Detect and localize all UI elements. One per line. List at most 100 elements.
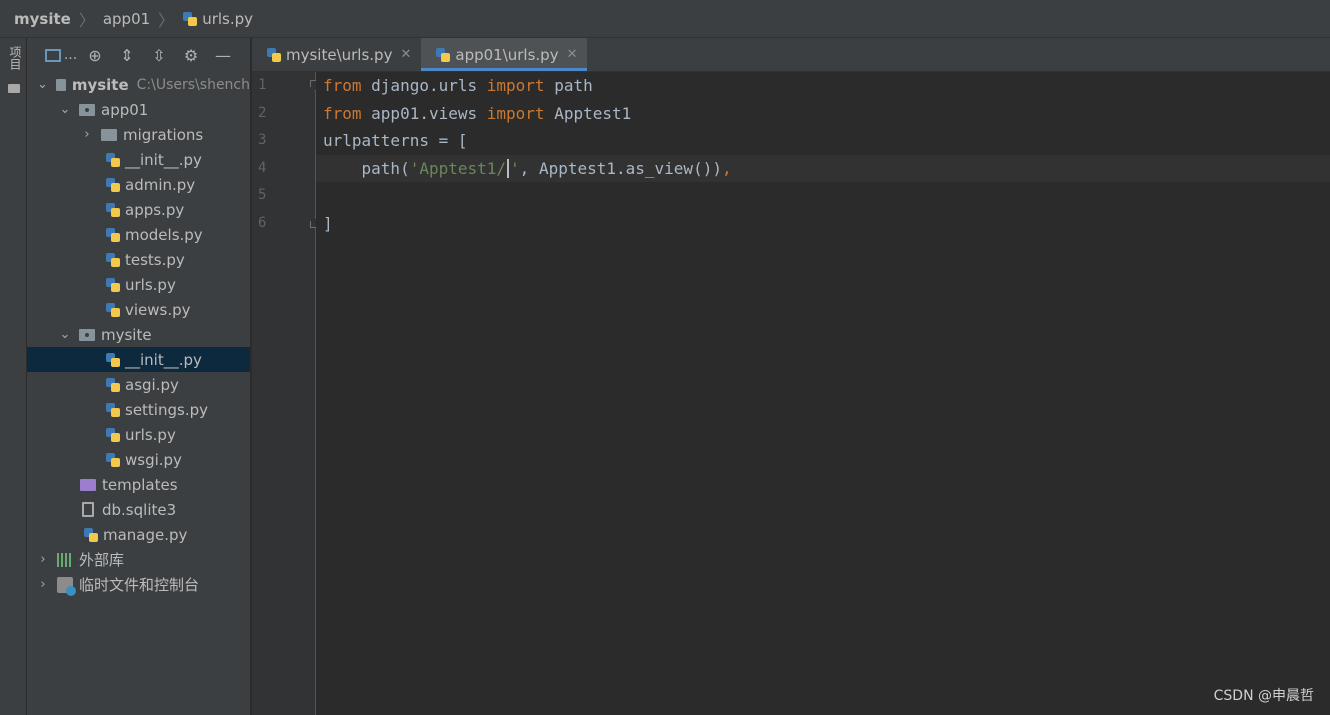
breadcrumb-file-label: urls.py <box>202 9 254 28</box>
root-label: mysite <box>71 75 129 94</box>
tree-node-label: admin.py <box>125 175 196 194</box>
python-file-icon <box>266 47 282 63</box>
file-icon <box>82 502 94 517</box>
tree-node-file-selected[interactable]: __init__.py <box>27 347 250 372</box>
code-text: , Apptest1.as_view()) <box>519 159 722 178</box>
project-tree: ⌄ mysite C:\Users\shench ⌄ app01 › migra… <box>27 72 250 597</box>
code-text: app01.views <box>361 104 487 123</box>
tree-node-db[interactable]: db.sqlite3 <box>27 497 250 522</box>
tree-node-external-libraries[interactable]: › 外部库 <box>27 547 250 572</box>
python-file-icon <box>105 227 121 243</box>
tree-node-label: models.py <box>125 225 203 244</box>
template-folder-icon <box>80 478 96 491</box>
code-line: urlpatterns = [ <box>316 127 1330 154</box>
code-text: Apptest1 <box>544 104 632 123</box>
tab-app01-urls[interactable]: app01\urls.py ✕ <box>421 38 588 71</box>
tree-node-label: 外部库 <box>79 551 125 569</box>
tree-node-app01[interactable]: ⌄ app01 <box>27 97 250 122</box>
tree-node-mysite[interactable]: ⌄ mysite <box>27 322 250 347</box>
tree-node-file[interactable]: models.py <box>27 222 250 247</box>
close-icon[interactable]: ✕ <box>567 47 578 62</box>
gear-icon: ⚙ <box>183 45 199 65</box>
tab-mysite-urls[interactable]: mysite\urls.py ✕ <box>252 38 421 71</box>
package-folder-icon <box>79 328 95 341</box>
line-number: 4 <box>258 160 267 176</box>
code-line: from django.urls import path <box>316 72 1330 99</box>
chevron-right-icon[interactable]: › <box>37 552 49 567</box>
chevron-down-icon[interactable]: ⌄ <box>37 77 48 92</box>
chevron-right-icon: 〉 <box>158 10 175 30</box>
code-editor[interactable]: from django.urls import path from app01.… <box>316 72 1330 715</box>
layout-icon <box>44 48 61 62</box>
tree-node-file[interactable]: wsgi.py <box>27 447 250 472</box>
keyword: import <box>486 104 545 123</box>
editor-tabs: mysite\urls.py ✕ app01\urls.py ✕ <box>252 38 1330 72</box>
punctuation: , <box>721 159 732 178</box>
line-number: 5 <box>258 187 267 203</box>
tree-node-file[interactable]: urls.py <box>27 272 250 297</box>
project-tool-button[interactable]: 项目 <box>7 46 24 70</box>
tree-node-file[interactable]: settings.py <box>27 397 250 422</box>
tree-node-file[interactable]: tests.py <box>27 247 250 272</box>
string-literal: ' <box>510 159 520 178</box>
tree-node-root[interactable]: ⌄ mysite C:\Users\shench <box>27 72 250 97</box>
tree-node-manage[interactable]: manage.py <box>27 522 250 547</box>
chevron-right-icon[interactable]: › <box>37 577 49 592</box>
tree-node-file[interactable]: urls.py <box>27 422 250 447</box>
keyword: import <box>486 76 545 95</box>
collapse-all-button[interactable]: ⇳ <box>143 38 175 72</box>
chevron-down-icon[interactable]: ⌄ <box>59 102 71 117</box>
tree-node-label: mysite <box>101 325 152 344</box>
tree-node-label: asgi.py <box>125 375 179 394</box>
python-file-icon <box>435 47 451 63</box>
python-file-icon <box>105 352 121 368</box>
code-text: urlpatterns = [ <box>323 131 468 150</box>
chevron-down-icon[interactable]: ⌄ <box>59 327 71 342</box>
keyword: from <box>323 76 362 95</box>
locate-file-button[interactable]: ⊕ <box>79 38 111 72</box>
tree-node-label: __init__.py <box>125 350 202 369</box>
tree-node-file[interactable]: __init__.py <box>27 147 250 172</box>
crosshair-icon: ⊕ <box>88 45 102 65</box>
tree-node-file[interactable]: views.py <box>27 297 250 322</box>
line-number: 1 <box>258 77 267 93</box>
python-file-icon <box>105 427 121 443</box>
line-number-gutter: 1 2 3 4 5 6 <box>252 72 321 715</box>
tree-node-label: urls.py <box>125 275 176 294</box>
tab-label: mysite\urls.py <box>286 45 393 64</box>
python-file-icon <box>105 252 121 268</box>
expand-all-icon: ⇕ <box>120 45 134 65</box>
expand-all-button[interactable]: ⇕ <box>111 38 143 72</box>
tree-node-file[interactable]: asgi.py <box>27 372 250 397</box>
tree-node-label: views.py <box>125 300 191 319</box>
tree-node-templates[interactable]: templates <box>27 472 250 497</box>
view-mode-button[interactable]: ... <box>43 38 79 72</box>
code-line: from app01.views import Apptest1 <box>316 100 1330 127</box>
keyword: from <box>323 104 362 123</box>
tab-label: app01\urls.py <box>455 45 559 64</box>
project-panel: ... ⊕ ⇕ ⇳ ⚙ — ⌄ mysite C:\Users\shench ⌄… <box>27 38 251 715</box>
python-file-icon <box>182 11 198 27</box>
tree-node-label: wsgi.py <box>125 450 182 469</box>
breadcrumb-folder[interactable]: app01 <box>103 10 150 28</box>
hide-button[interactable]: — <box>207 38 239 72</box>
line-number: 6 <box>258 215 267 231</box>
breadcrumb-project[interactable]: mysite <box>14 10 71 28</box>
project-toolbar: ... ⊕ ⇕ ⇳ ⚙ — <box>27 38 250 72</box>
tool-window-strip: 项目 <box>0 38 27 715</box>
chevron-right-icon: 〉 <box>78 10 95 30</box>
tree-node-label: templates <box>102 475 178 494</box>
watermark: CSDN @申晨哲 <box>1213 688 1314 704</box>
tree-node-label: migrations <box>123 125 204 144</box>
chevron-right-icon[interactable]: › <box>81 127 93 142</box>
tree-node-file[interactable]: admin.py <box>27 172 250 197</box>
tree-node-file[interactable]: apps.py <box>27 197 250 222</box>
settings-button[interactable]: ⚙ <box>175 38 207 72</box>
tree-node-migrations[interactable]: › migrations <box>27 122 250 147</box>
tree-node-scratches[interactable]: › 临时文件和控制台 <box>27 572 250 597</box>
close-icon[interactable]: ✕ <box>400 47 411 62</box>
library-icon <box>57 552 73 567</box>
breadcrumb-file[interactable]: urls.py <box>182 10 253 28</box>
code-text: ] <box>323 214 333 233</box>
tree-node-label: urls.py <box>125 425 176 444</box>
